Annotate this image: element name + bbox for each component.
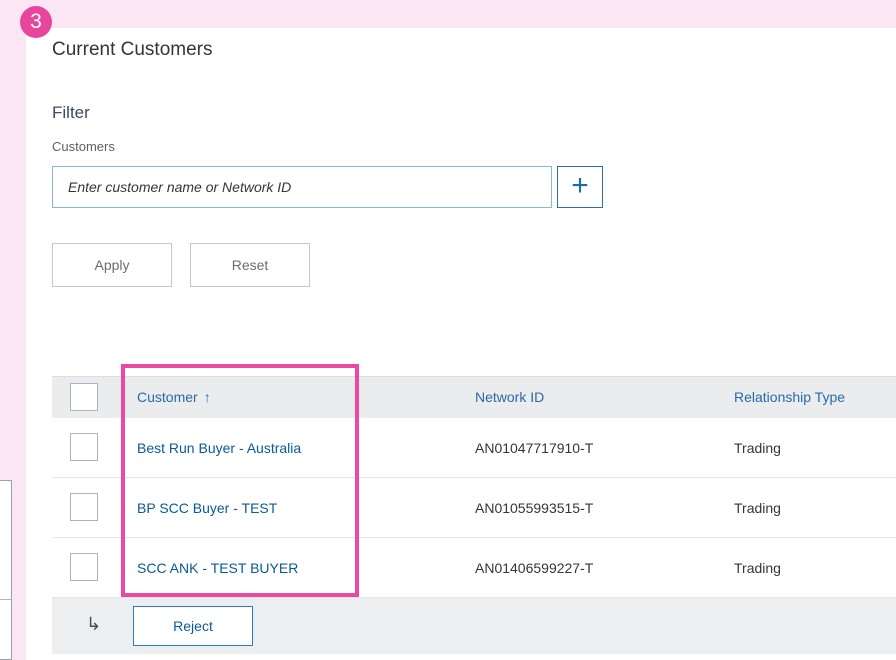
table-action-bar: ↳ Reject [52, 598, 896, 654]
table-row: BP SCC Buyer - TEST AN01055993515-T Trad… [52, 478, 896, 538]
column-header-customer[interactable]: Customer ↑ [137, 389, 211, 405]
customer-search-input[interactable] [52, 166, 552, 208]
table-row: Best Run Buyer - Australia AN01047717910… [52, 418, 896, 478]
reject-button[interactable]: Reject [133, 606, 253, 646]
customer-link[interactable]: Best Run Buyer - Australia [137, 440, 301, 456]
background-window-edge [0, 480, 12, 660]
network-id-cell: AN01406599227-T [475, 560, 594, 576]
row-checkbox[interactable] [70, 433, 98, 461]
filter-heading: Filter [52, 103, 90, 122]
table-row: SCC ANK - TEST BUYER AN01406599227-T Tra… [52, 538, 896, 598]
column-header-customer-label: Customer [137, 389, 198, 405]
column-header-relationship-type[interactable]: Relationship Type [734, 389, 845, 405]
table-header: Customer ↑ Network ID Relationship Type [52, 376, 896, 418]
relationship-type-cell: Trading [734, 500, 781, 516]
row-checkbox[interactable] [70, 493, 98, 521]
network-id-cell: AN01047717910-T [475, 440, 594, 456]
apply-button[interactable]: Apply [52, 243, 172, 287]
return-arrow-icon: ↳ [86, 614, 102, 634]
sort-ascending-icon: ↑ [203, 389, 211, 405]
customer-link[interactable]: BP SCC Buyer - TEST [137, 500, 277, 516]
reset-button[interactable]: Reset [190, 243, 310, 287]
network-id-cell: AN01055993515-T [475, 500, 594, 516]
column-header-network-id[interactable]: Network ID [475, 389, 544, 405]
add-customer-button[interactable]: + [557, 166, 603, 208]
select-all-checkbox[interactable] [70, 383, 98, 411]
step-badge: 3 [20, 6, 52, 38]
relationship-type-cell: Trading [734, 560, 781, 576]
row-checkbox[interactable] [70, 553, 98, 581]
customer-link[interactable]: SCC ANK - TEST BUYER [137, 560, 298, 576]
page-title: Current Customers [52, 39, 213, 60]
window-edge-divider [0, 599, 11, 600]
customers-field-label: Customers [52, 139, 115, 154]
relationship-type-cell: Trading [734, 440, 781, 456]
